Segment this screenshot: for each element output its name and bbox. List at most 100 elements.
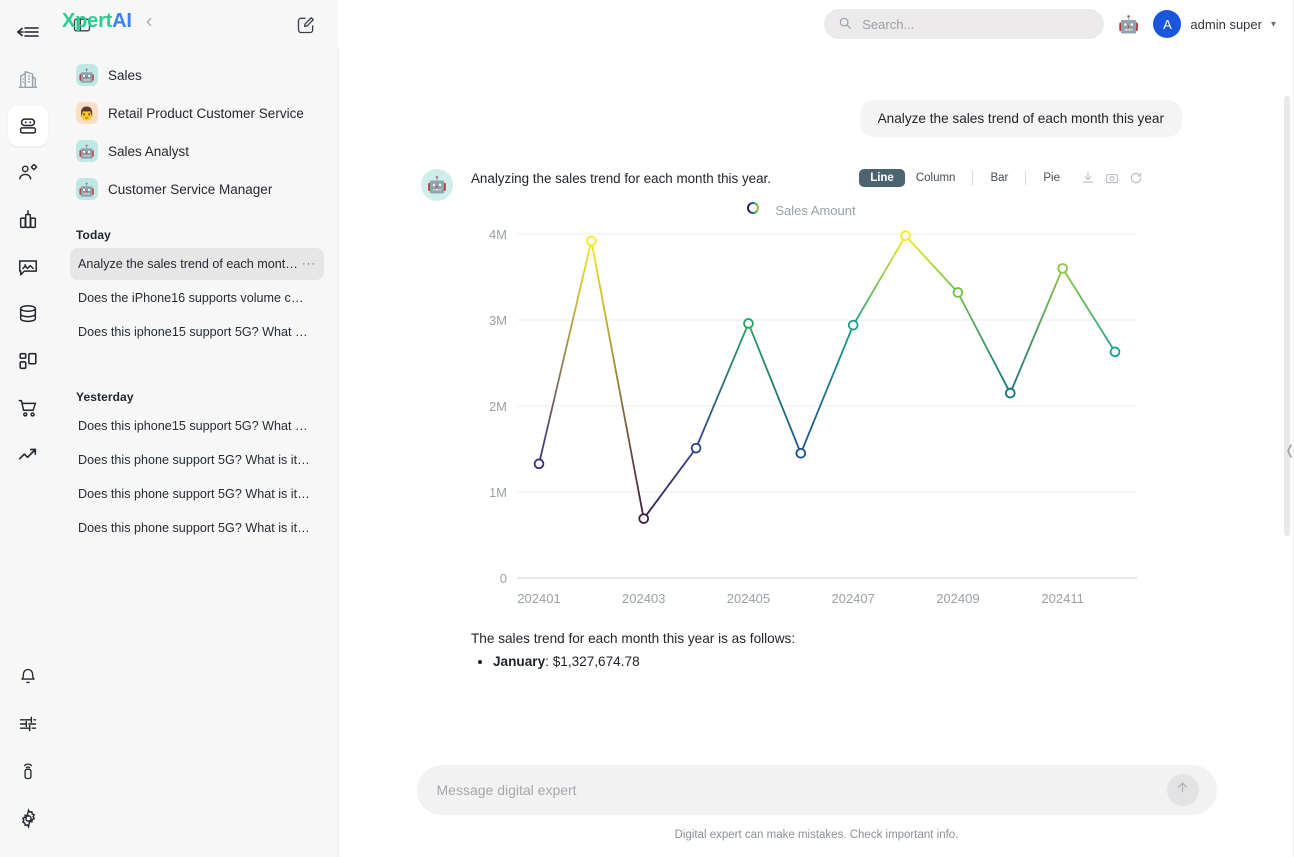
- sliders-icon: [18, 714, 38, 734]
- assistant-answer: The sales trend for each month this year…: [471, 631, 1184, 669]
- svg-text:202405: 202405: [727, 591, 770, 606]
- answer-bullet-list: January: $1,327,674.78: [471, 654, 1184, 669]
- cart-icon: [17, 397, 39, 419]
- arrow-up-icon: [1175, 780, 1190, 800]
- conversation-label: Does this phone support 5G? What is its …: [78, 453, 310, 467]
- bullet-label: January: [493, 654, 545, 669]
- group-title-today: Today: [56, 212, 338, 248]
- database-icon: [17, 303, 39, 325]
- line-chart[interactable]: 01M2M3M4M2024012024032024052024072024092…: [471, 222, 1143, 617]
- expert-list: 🤖 Sales 👨 Retail Product Customer Servic…: [56, 50, 338, 212]
- conversation-item[interactable]: Does this phone support 5G? What is its …: [70, 478, 324, 510]
- conversation-item[interactable]: Does this iphone15 support 5G? What is i…: [70, 410, 324, 442]
- tab-pie[interactable]: Pie: [1032, 169, 1071, 187]
- sidebar-item-preferences[interactable]: [8, 704, 48, 744]
- sidebar-item-notifications[interactable]: [8, 657, 48, 697]
- sidebar-item-analytics[interactable]: [8, 200, 48, 240]
- brand-name-part1: Xpert: [62, 10, 112, 32]
- svg-text:202409: 202409: [936, 591, 979, 606]
- svg-text:202401: 202401: [517, 591, 560, 606]
- answer-intro: The sales trend for each month this year…: [471, 631, 1184, 646]
- rail-bottom: [8, 650, 48, 857]
- search-input[interactable]: [860, 16, 1070, 33]
- sidebar-item-digital-experts[interactable]: [8, 106, 48, 146]
- expert-item-1[interactable]: 👨 Retail Product Customer Service: [70, 94, 324, 132]
- expert-item-2[interactable]: 🤖 Sales Analyst: [70, 132, 324, 170]
- conversation-item[interactable]: Does this iphone15 support 5G? What is i…: [70, 316, 324, 348]
- svg-text:3M: 3M: [489, 313, 507, 328]
- expert-label: Customer Service Manager: [108, 182, 272, 197]
- icon-rail: [0, 0, 56, 857]
- sidebar-item-workspace[interactable]: [8, 59, 48, 99]
- tab-bar[interactable]: Bar: [979, 169, 1019, 187]
- gear-icon: [18, 808, 39, 829]
- assistant-message-row: 🤖 Analyzing the sales trend for each mon…: [339, 137, 1294, 672]
- refresh-icon[interactable]: [1129, 171, 1143, 185]
- chat-scroll-region[interactable]: Analyze the sales trend of each month th…: [339, 48, 1294, 857]
- svg-text:0: 0: [500, 571, 507, 586]
- bullet-value: : $1,327,674.78: [545, 654, 640, 669]
- message-input[interactable]: [435, 781, 1167, 799]
- conversation-label: Does this phone support 5G? What is its …: [78, 521, 310, 535]
- chart-legend[interactable]: Sales Amount: [451, 201, 1143, 220]
- composer[interactable]: [417, 765, 1217, 815]
- app-root: 🤖 Sales 👨 Retail Product Customer Servic…: [0, 0, 1294, 857]
- scroll-chevron-icon[interactable]: [1285, 438, 1293, 464]
- separator: [972, 171, 973, 185]
- conversation-label: Analyze the sales trend of each month th…: [78, 257, 300, 271]
- tab-line[interactable]: Line: [859, 169, 905, 187]
- legend-marker-icon: [738, 201, 768, 220]
- sidebar-item-apps[interactable]: [8, 341, 48, 381]
- chart-card: Analyzing the sales trend for each month…: [471, 165, 1143, 617]
- sidebar-item-devices[interactable]: [8, 751, 48, 791]
- conversation-item[interactable]: Does this phone support 5G? What is its …: [70, 444, 324, 476]
- chart-svg: 01M2M3M4M2024012024032024052024072024092…: [471, 222, 1143, 617]
- composer-area: Digital expert can make mistakes. Check …: [339, 753, 1294, 857]
- sidebar-item-agents[interactable]: [8, 153, 48, 193]
- conversation-label: Does this iphone15 support 5G? What is i…: [78, 325, 310, 339]
- new-chat-icon[interactable]: [296, 15, 316, 35]
- svg-text:1M: 1M: [489, 485, 507, 500]
- send-button[interactable]: [1167, 774, 1199, 806]
- sidebar-item-settings[interactable]: [8, 798, 48, 838]
- assistant-bot-icon[interactable]: 🤖: [1118, 16, 1139, 33]
- search-box[interactable]: [824, 9, 1104, 39]
- conversation-item[interactable]: Does this phone support 5G? What is its …: [70, 512, 324, 544]
- assistant-avatar-icon: 🤖: [421, 169, 453, 201]
- svg-text:2M: 2M: [489, 399, 507, 414]
- main-area: 🤖 A admin super ▾ Sales Analyst Analyze …: [338, 0, 1294, 857]
- chevron-left-icon[interactable]: [142, 15, 156, 29]
- bell-icon: [18, 667, 38, 687]
- grid-icon: [17, 350, 39, 372]
- sidebar-item-database[interactable]: [8, 294, 48, 334]
- remote-icon: [18, 761, 38, 781]
- user-menu[interactable]: A admin super ▾: [1153, 10, 1276, 38]
- expert-avatar-icon: 👨: [76, 102, 98, 124]
- vertical-scrollbar[interactable]: [1284, 96, 1290, 536]
- svg-text:202407: 202407: [831, 591, 874, 606]
- download-icon[interactable]: [1081, 171, 1095, 185]
- svg-text:4M: 4M: [489, 227, 507, 242]
- image-message-icon: [17, 256, 39, 278]
- expert-item-0[interactable]: 🤖 Sales: [70, 56, 324, 94]
- svg-text:202411: 202411: [1041, 591, 1083, 606]
- expert-item-3[interactable]: 🤖 Customer Service Manager: [70, 170, 324, 208]
- bar-chart-icon: [17, 209, 39, 231]
- conversation-more-icon[interactable]: ···: [302, 258, 316, 270]
- camera-icon[interactable]: [1105, 171, 1119, 185]
- sidebar-item-store[interactable]: [8, 388, 48, 428]
- chart-toolbar: Analyzing the sales trend for each month…: [471, 165, 1143, 191]
- sidebar-item-knowledge[interactable]: [8, 247, 48, 287]
- building-icon: [17, 68, 39, 90]
- brand-name-part2: AI: [112, 10, 132, 32]
- conversation-label: Does this iphone15 support 5G? What is i…: [78, 419, 310, 433]
- tab-column[interactable]: Column: [905, 169, 967, 187]
- expert-avatar-icon: 🤖: [76, 140, 98, 162]
- menu-collapse-icon[interactable]: [8, 12, 48, 52]
- expert-avatar-icon: 🤖: [76, 64, 98, 86]
- conversation-item-selected[interactable]: Analyze the sales trend of each month th…: [70, 248, 324, 280]
- sidebar-item-trends[interactable]: [8, 435, 48, 475]
- conversation-item[interactable]: Does the iPhone16 supports volume contr.…: [70, 282, 324, 314]
- expert-label: Sales Analyst: [108, 144, 189, 159]
- avatar: A: [1153, 10, 1181, 38]
